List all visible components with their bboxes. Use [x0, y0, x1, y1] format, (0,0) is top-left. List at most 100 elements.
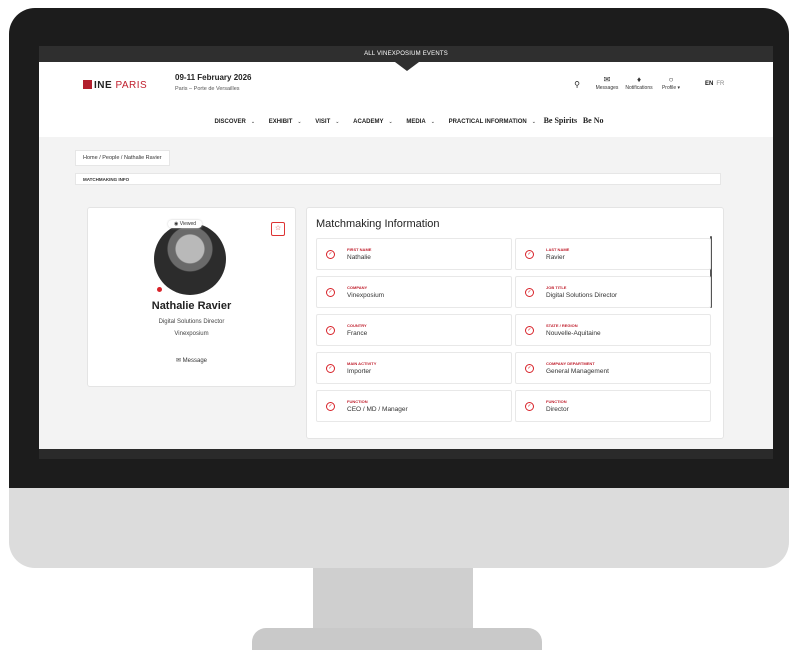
chevron-down-icon: ⌄ [430, 119, 435, 125]
monitor-chin [9, 488, 789, 568]
bell-icon: ♦ [636, 75, 642, 84]
profile-label: Profile ▾ [661, 85, 681, 91]
nav-visit[interactable]: VISIT ⌄ [311, 119, 339, 125]
topbar-notch [395, 62, 419, 71]
check-icon: ✓ [326, 288, 335, 297]
field-company-department: ✓ COMPANY DEPARTMENT General Management [515, 352, 711, 384]
nav-be-no[interactable]: Be No [583, 116, 604, 125]
check-icon: ✓ [525, 326, 534, 335]
monitor-stand-neck [313, 568, 473, 630]
chevron-down-icon: ⌄ [250, 119, 256, 125]
chevron-down-icon: ⌄ [297, 119, 302, 125]
field-label: COMPANY [347, 285, 368, 290]
eye-icon: ◉ [174, 221, 179, 227]
field-last-name: ✓ LAST NAME Ravier [515, 238, 711, 270]
field-label: FIRST NAME [347, 247, 372, 252]
field-value: Vinexposium [347, 292, 385, 299]
nav-exhibit[interactable]: EXHIBIT ⌄ [265, 119, 302, 125]
all-events-bar[interactable]: ALL VINEXPOSIUM EVENTS [39, 46, 773, 62]
lang-fr[interactable]: FR [716, 81, 724, 87]
event-dates: 09-11 February 2026 [175, 73, 252, 82]
field-value: Importer [347, 368, 372, 375]
logo-mark-text: INE [94, 80, 113, 91]
message-button[interactable]: ✉ Message [88, 357, 295, 364]
field-value: Ravier [546, 254, 565, 261]
check-icon: ✓ [326, 402, 335, 411]
language-switch: EN FR [705, 81, 724, 87]
tab-matchmaking-info[interactable]: MATCHMAKING INFO [75, 173, 721, 185]
lang-en[interactable]: EN [705, 81, 713, 87]
check-icon: ✓ [525, 288, 534, 297]
main-nav: DISCOVER ⌄ EXHIBIT ⌄ VISIT ⌄ ACADEMY ⌄ MEDIA… [39, 116, 773, 125]
user-icon: ○ [668, 75, 674, 84]
search-button[interactable]: ⚲ [563, 80, 591, 90]
field-value: CEO / MD / Manager [347, 406, 408, 413]
check-icon: ✓ [326, 326, 335, 335]
logo-paris-text: PARIS [115, 80, 148, 91]
notifications-label: Notifications [625, 85, 653, 91]
field-value: France [347, 330, 368, 337]
chevron-down-icon: ⌄ [531, 119, 536, 125]
profile-card: ◉ Viewed ☆ Nathalie Ravier Digital Solut… [87, 207, 296, 387]
check-icon: ✓ [525, 364, 534, 373]
profile-job-title: Digital Solutions Director [158, 319, 225, 325]
field-label: JOB TITLE [546, 285, 567, 290]
nav-media[interactable]: MEDIA ⌄ [402, 119, 435, 125]
logo-mark-icon [83, 80, 92, 89]
status-dot [157, 287, 162, 292]
envelope-icon: ✉ [175, 358, 181, 364]
messages-label: Messages [595, 85, 619, 91]
field-state-region: ✓ STATE / REGION Nouvelle-Aquitaine [515, 314, 711, 346]
field-function-2: ✓ FUNCTION Director [515, 390, 711, 422]
matchmaking-title: Matchmaking Information [316, 218, 440, 230]
field-value: Nathalie [347, 254, 371, 261]
messages-button[interactable]: ✉ Messages [593, 75, 621, 91]
field-label: FUNCTION [546, 399, 567, 404]
field-label: COUNTRY [347, 323, 367, 328]
field-value: Nouvelle-Aquitaine [546, 330, 601, 337]
check-icon: ✓ [326, 250, 335, 259]
field-label: FUNCTION [347, 399, 368, 404]
all-events-label[interactable]: ALL VINEXPOSIUM EVENTS [364, 51, 448, 57]
search-icon: ⚲ [574, 80, 580, 89]
profile-company: Vinexposium [174, 331, 209, 337]
check-icon: ✓ [525, 250, 534, 259]
favorite-button[interactable]: ☆ [271, 222, 285, 236]
notifications-button[interactable]: ♦ Notifications [625, 75, 653, 91]
breadcrumb[interactable]: Home / People / Nathalie Ravier [75, 150, 170, 166]
viewed-label: Viewed [179, 221, 197, 227]
field-company: ✓ COMPANY Vinexposium [316, 276, 512, 308]
check-icon: ✓ [525, 402, 534, 411]
field-main-activity: ✓ MAIN ACTIVITY Importer [316, 352, 512, 384]
profile-name: Nathalie Ravier [151, 300, 232, 312]
field-first-name: ✓ FIRST NAME Nathalie [316, 238, 512, 270]
nav-academy[interactable]: ACADEMY ⌄ [349, 119, 393, 125]
monitor-stand-foot [252, 628, 542, 650]
envelope-icon: ✉ [603, 75, 611, 84]
matchmaking-panel: Matchmaking Information ✓ FIRST NAME Nat… [306, 207, 724, 439]
field-label: LAST NAME [546, 247, 570, 252]
check-icon: ✓ [326, 364, 335, 373]
field-label: MAIN ACTIVITY [347, 361, 377, 366]
viewed-badge: ◉ Viewed [168, 220, 203, 228]
field-value: General Management [546, 368, 609, 375]
screen: ALL VINEXPOSIUM EVENTS INE PARIS 09-11 F… [39, 46, 773, 459]
avatar [154, 223, 226, 295]
chevron-down-icon: ⌄ [335, 119, 340, 125]
field-label: STATE / REGION [546, 323, 578, 328]
site-logo[interactable]: INE PARIS [83, 80, 147, 91]
profile-button[interactable]: ○ Profile ▾ [657, 75, 685, 91]
nav-discover[interactable]: DISCOVER ⌄ [211, 119, 256, 125]
chevron-down-icon: ⌄ [388, 119, 393, 125]
field-label: COMPANY DEPARTMENT [546, 361, 595, 366]
field-value: Director [546, 406, 569, 413]
event-venue: Paris – Porte de Versailles [175, 86, 240, 92]
page-footer [39, 449, 773, 459]
message-label: Message [182, 358, 208, 364]
field-value: Digital Solutions Director [546, 292, 618, 299]
field-country: ✓ COUNTRY France [316, 314, 512, 346]
field-function: ✓ FUNCTION CEO / MD / Manager [316, 390, 512, 422]
nav-practical-information[interactable]: PRACTICAL INFORMATION ⌄ [445, 119, 536, 125]
nav-be-spirits[interactable]: Be Spirits [544, 116, 578, 125]
star-icon: ☆ [274, 225, 282, 232]
